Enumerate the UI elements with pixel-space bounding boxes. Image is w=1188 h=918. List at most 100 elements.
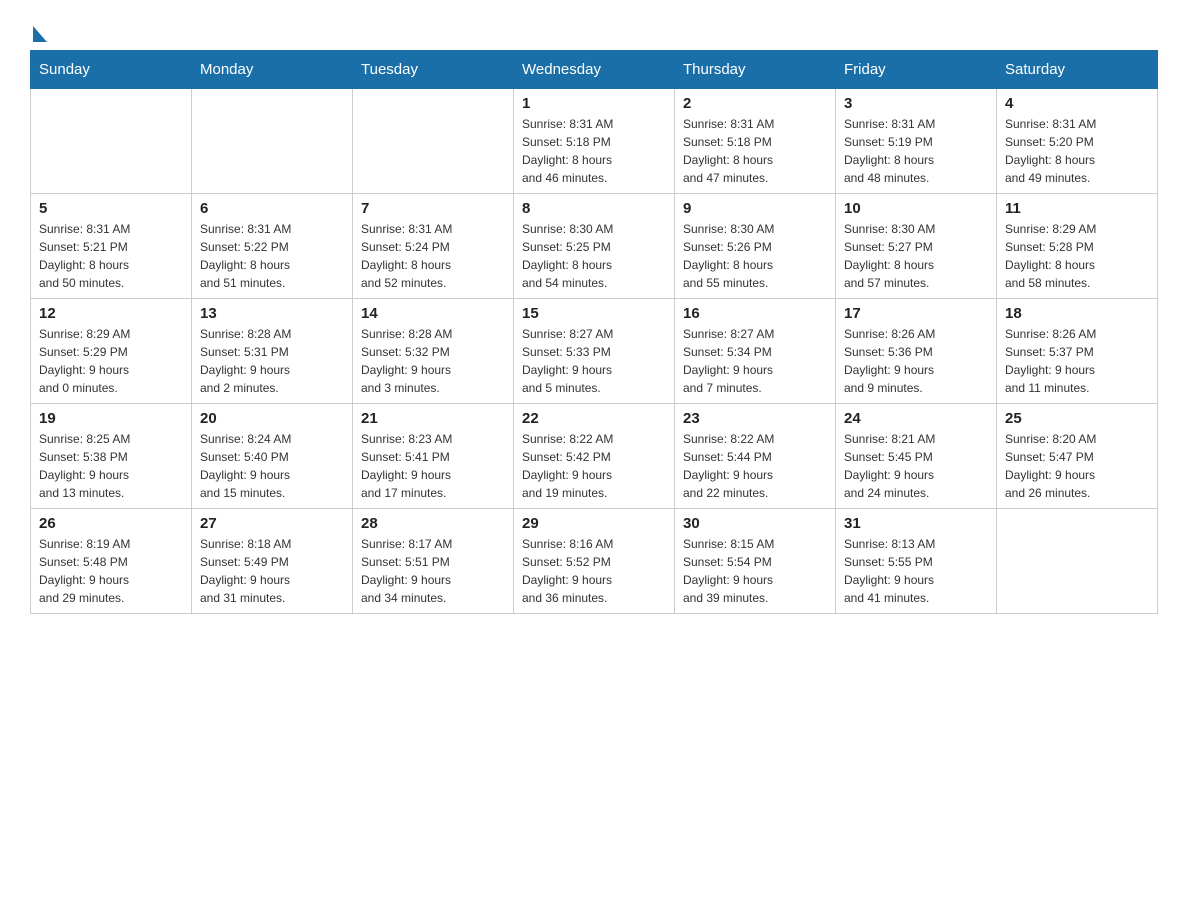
day-number: 29 (522, 515, 666, 532)
day-info: Sunrise: 8:30 AM Sunset: 5:25 PM Dayligh… (522, 220, 666, 292)
header-thursday: Thursday (675, 51, 836, 89)
calendar-cell: 23Sunrise: 8:22 AM Sunset: 5:44 PM Dayli… (675, 404, 836, 509)
calendar-cell: 14 Sunrise: 8:28 AM Sunset: 5:32 PM Dayli… (353, 299, 514, 404)
day-info: Sunrise: 8:22 AM Sunset: 5:42 PM Dayligh… (522, 430, 666, 502)
day-number: 16 (683, 305, 827, 322)
calendar-cell: 6 Sunrise: 8:31 AM Sunset: 5:22 PM Daylig… (192, 194, 353, 299)
logo (30, 20, 47, 40)
day-number: 28 (361, 515, 505, 532)
day-info: Sunrise: 8:25 AM Sunset: 5:38 PM Dayligh… (39, 430, 183, 502)
day-number: 3 (844, 95, 988, 112)
calendar-cell: 25Sunrise: 8:20 AM Sunset: 5:47 PM Dayli… (997, 404, 1158, 509)
day-number: 14 (361, 305, 505, 322)
calendar-cell: 29 Sunrise: 8:16 AM Sunset: 5:52 PM Dayli… (514, 509, 675, 614)
week-row-2: 5Sunrise: 8:31 AM Sunset: 5:21 PM Daylig… (31, 194, 1158, 299)
calendar-table: SundayMondayTuesdayWednesdayThursdayFrid… (30, 50, 1158, 614)
day-number: 13 (200, 305, 344, 322)
calendar-cell: 28 Sunrise: 8:17 AM Sunset: 5:51 PM Dayli… (353, 509, 514, 614)
day-info: Sunrise: 8:30 AM Sunset: 5:26 PM Dayligh… (683, 220, 827, 292)
day-info: Sunrise: 8:31 AM Sunset: 5:20 PM Dayligh… (1005, 115, 1149, 187)
day-number: 17 (844, 305, 988, 322)
calendar-cell: 9 Sunrise: 8:30 AM Sunset: 5:26 PM Daylig… (675, 194, 836, 299)
day-info: Sunrise: 8:31 AM Sunset: 5:24 PM Dayligh… (361, 220, 505, 292)
day-info: Sunrise: 8:29 AM Sunset: 5:29 PM Dayligh… (39, 325, 183, 397)
calendar-cell: 5Sunrise: 8:31 AM Sunset: 5:21 PM Daylig… (31, 194, 192, 299)
day-info: Sunrise: 8:30 AM Sunset: 5:27 PM Dayligh… (844, 220, 988, 292)
day-info: Sunrise: 8:27 AM Sunset: 5:34 PM Dayligh… (683, 325, 827, 397)
day-info: Sunrise: 8:31 AM Sunset: 5:21 PM Dayligh… (39, 220, 183, 292)
day-number: 4 (1005, 95, 1149, 112)
day-number: 23 (683, 410, 827, 427)
day-number: 9 (683, 200, 827, 217)
day-info: Sunrise: 8:26 AM Sunset: 5:36 PM Dayligh… (844, 325, 988, 397)
day-number: 20 (200, 410, 344, 427)
day-number: 11 (1005, 200, 1149, 217)
header-wednesday: Wednesday (514, 51, 675, 89)
day-number: 7 (361, 200, 505, 217)
day-info: Sunrise: 8:16 AM Sunset: 5:52 PM Dayligh… (522, 535, 666, 607)
week-row-5: 26Sunrise: 8:19 AM Sunset: 5:48 PM Dayli… (31, 509, 1158, 614)
day-number: 8 (522, 200, 666, 217)
day-number: 1 (522, 95, 666, 112)
calendar-cell: 22 Sunrise: 8:22 AM Sunset: 5:42 PM Dayli… (514, 404, 675, 509)
calendar-cell: 21 Sunrise: 8:23 AM Sunset: 5:41 PM Dayli… (353, 404, 514, 509)
calendar-cell: 26Sunrise: 8:19 AM Sunset: 5:48 PM Dayli… (31, 509, 192, 614)
day-number: 21 (361, 410, 505, 427)
day-info: Sunrise: 8:15 AM Sunset: 5:54 PM Dayligh… (683, 535, 827, 607)
day-info: Sunrise: 8:23 AM Sunset: 5:41 PM Dayligh… (361, 430, 505, 502)
day-number: 19 (39, 410, 183, 427)
calendar-cell: 17 Sunrise: 8:26 AM Sunset: 5:36 PM Dayli… (836, 299, 997, 404)
calendar-cell: 20 Sunrise: 8:24 AM Sunset: 5:40 PM Dayli… (192, 404, 353, 509)
calendar-cell: 30 Sunrise: 8:15 AM Sunset: 5:54 PM Dayli… (675, 509, 836, 614)
day-number: 6 (200, 200, 344, 217)
calendar-cell: 3 Sunrise: 8:31 AM Sunset: 5:19 PM Daylig… (836, 89, 997, 194)
calendar-cell: 8 Sunrise: 8:30 AM Sunset: 5:25 PM Daylig… (514, 194, 675, 299)
week-row-4: 19 Sunrise: 8:25 AM Sunset: 5:38 PM Dayli… (31, 404, 1158, 509)
calendar-cell: 24 Sunrise: 8:21 AM Sunset: 5:45 PM Dayli… (836, 404, 997, 509)
day-number: 18 (1005, 305, 1149, 322)
header-friday: Friday (836, 51, 997, 89)
page-header (30, 20, 1158, 40)
day-info: Sunrise: 8:21 AM Sunset: 5:45 PM Dayligh… (844, 430, 988, 502)
week-row-3: 12 Sunrise: 8:29 AM Sunset: 5:29 PM Dayli… (31, 299, 1158, 404)
calendar-cell (192, 89, 353, 194)
calendar-cell: 11 Sunrise: 8:29 AM Sunset: 5:28 PM Dayli… (997, 194, 1158, 299)
day-number: 15 (522, 305, 666, 322)
header-sunday: Sunday (31, 51, 192, 89)
calendar-cell: 13 Sunrise: 8:28 AM Sunset: 5:31 PM Dayli… (192, 299, 353, 404)
day-info: Sunrise: 8:17 AM Sunset: 5:51 PM Dayligh… (361, 535, 505, 607)
calendar-cell (31, 89, 192, 194)
day-number: 27 (200, 515, 344, 532)
calendar-cell: 1Sunrise: 8:31 AM Sunset: 5:18 PM Daylig… (514, 89, 675, 194)
calendar-cell: 10 Sunrise: 8:30 AM Sunset: 5:27 PM Dayli… (836, 194, 997, 299)
day-info: Sunrise: 8:28 AM Sunset: 5:32 PM Dayligh… (361, 325, 505, 397)
day-number: 22 (522, 410, 666, 427)
calendar-cell: 31 Sunrise: 8:13 AM Sunset: 5:55 PM Dayli… (836, 509, 997, 614)
week-row-1: 1 Sunrise: 8:31 AM Sunset: 5:18 PM Daylig… (31, 89, 1158, 194)
day-info: Sunrise: 8:31 AM Sunset: 5:22 PM Dayligh… (200, 220, 344, 292)
calendar-cell: 27 Sunrise: 8:18 AM Sunset: 5:49 PM Dayli… (192, 509, 353, 614)
day-number: 12 (39, 305, 183, 322)
day-info: Sunrise: 8:13 AM Sunset: 5:55 PM Dayligh… (844, 535, 988, 607)
day-number: 10 (844, 200, 988, 217)
day-number: 2 (683, 95, 827, 112)
calendar-cell: 7 Sunrise: 8:31 AM Sunset: 5:24 PM Daylig… (353, 194, 514, 299)
day-number: 24 (844, 410, 988, 427)
day-number: 26 (39, 515, 183, 532)
day-info: Sunrise: 8:31 AM Sunset: 5:19 PM Dayligh… (844, 115, 988, 187)
day-info: Sunrise: 8:28 AM Sunset: 5:31 PM Dayligh… (200, 325, 344, 397)
calendar-header-row: SundayMondayTuesdayWednesdayThursdayFrid… (31, 51, 1158, 89)
calendar-cell: 16 Sunrise: 8:27 AM Sunset: 5:34 PM Dayli… (675, 299, 836, 404)
calendar-cell: 15Sunrise: 8:27 AM Sunset: 5:33 PM Dayli… (514, 299, 675, 404)
day-number: 31 (844, 515, 988, 532)
day-info: Sunrise: 8:26 AM Sunset: 5:37 PM Dayligh… (1005, 325, 1149, 397)
calendar-cell: 2 Sunrise: 8:31 AM Sunset: 5:18 PM Daylig… (675, 89, 836, 194)
calendar-cell (353, 89, 514, 194)
calendar-cell: 4 Sunrise: 8:31 AM Sunset: 5:20 PM Daylig… (997, 89, 1158, 194)
day-info: Sunrise: 8:24 AM Sunset: 5:40 PM Dayligh… (200, 430, 344, 502)
day-number: 30 (683, 515, 827, 532)
day-info: Sunrise: 8:29 AM Sunset: 5:28 PM Dayligh… (1005, 220, 1149, 292)
day-info: Sunrise: 8:18 AM Sunset: 5:49 PM Dayligh… (200, 535, 344, 607)
calendar-cell (997, 509, 1158, 614)
day-info: Sunrise: 8:31 AM Sunset: 5:18 PM Dayligh… (683, 115, 827, 187)
